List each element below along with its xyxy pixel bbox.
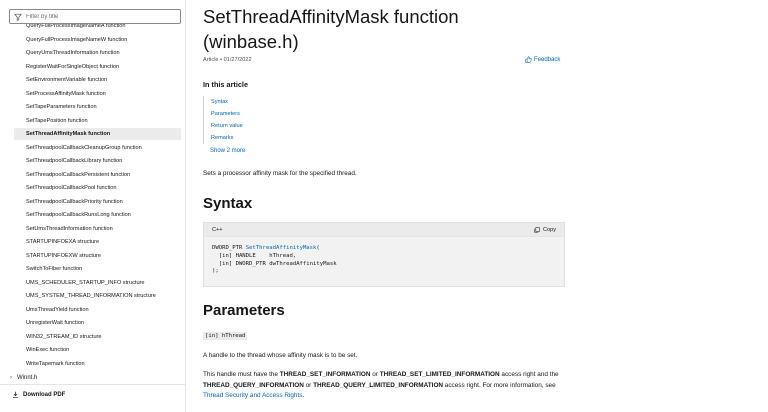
text-segment: or xyxy=(303,381,314,389)
text-segment: access right. For more information, see xyxy=(443,381,556,389)
copy-label: Copy xyxy=(542,226,556,233)
toc-item[interactable]: STARTUPINFOEXA structure xyxy=(14,236,181,248)
copy-icon xyxy=(534,226,540,233)
code-line-1-suffix: ( xyxy=(316,245,320,251)
text-segment: . xyxy=(302,392,305,399)
page-title: SetThreadAffinityMask function (winbase.… xyxy=(203,4,565,54)
code-line-1-prefix: DWORD_PTR xyxy=(212,245,246,251)
toc-item[interactable]: SetUmsThreadInformation function xyxy=(14,223,181,235)
feedback-label: Feedback xyxy=(534,56,561,63)
code-header: C++ Copy xyxy=(204,223,564,237)
toc-item[interactable]: SetThreadpoolCallbackLibrary function xyxy=(14,155,181,167)
download-pdf-button[interactable]: Download PDF xyxy=(12,391,65,398)
param-access-rights-text: This handle must have the THREAD_SET_INF… xyxy=(203,370,565,402)
filter-icon xyxy=(14,13,22,21)
toc-list[interactable]: QueryFullProcessImageNameA function Quer… xyxy=(0,20,185,372)
toc-item[interactable]: QueryFullProcessImageNameW function xyxy=(14,34,181,46)
toc-item[interactable]: UMS_SCHEDULER_STARTUP_INFO structure xyxy=(14,277,181,289)
text-segment: or xyxy=(370,371,380,378)
toc-item[interactable]: SetThreadpoolCallbackCleanupGroup functi… xyxy=(14,142,181,154)
winnt-label: Winnt.h xyxy=(17,375,38,381)
syntax-heading: Syntax xyxy=(203,195,253,212)
in-this-article-links: Syntax Parameters Return value Remarks xyxy=(203,96,565,144)
param-description: A handle to the thread whose affinity ma… xyxy=(203,352,358,359)
thread-security-link[interactable]: Thread Security and Access Rights xyxy=(203,392,302,399)
code-block: C++ Copy DWORD_PTR SetThreadAffinityMask… xyxy=(203,222,565,287)
parameters-heading: Parameters xyxy=(203,302,285,319)
function-description: Sets a processor affinity mask for the s… xyxy=(203,170,357,177)
toc-item[interactable]: SetThreadpoolCallbackRunsLong function xyxy=(14,209,181,221)
article-main: SetThreadAffinityMask function (winbase.… xyxy=(203,0,565,399)
toc-item[interactable]: QueryUmsThreadInformation function xyxy=(14,47,181,59)
text-bold: THREAD_QUERY_INFORMATION xyxy=(203,381,304,389)
like-icon xyxy=(525,56,532,63)
toc-item[interactable]: UnregisterWait function xyxy=(14,317,181,329)
toc-item[interactable]: UmsThreadYield function xyxy=(14,304,181,316)
text-segment: This handle must have the xyxy=(203,371,280,378)
toc-item-winnt[interactable]: › Winnt.h xyxy=(10,375,37,381)
title-line-2: (winbase.h) xyxy=(203,31,299,52)
toc-item[interactable]: SetProcessAffinityMask function xyxy=(14,88,181,100)
download-pdf-label: Download PDF xyxy=(23,391,66,398)
code-line-4: ); xyxy=(212,268,219,275)
code-line-2: [in] HANDLE hThread, xyxy=(212,252,297,259)
filter-input[interactable] xyxy=(26,13,176,20)
text-bold: THREAD_SET_LIMITED_INFORMATION xyxy=(379,371,500,378)
link-parameters[interactable]: Parameters xyxy=(211,108,565,120)
copy-button[interactable]: Copy xyxy=(534,227,556,233)
link-syntax[interactable]: Syntax xyxy=(211,96,565,108)
toc-item[interactable]: SetThreadpoolCallbackPriority function xyxy=(14,196,181,208)
text-segment: access right and the xyxy=(499,371,559,378)
toc-item[interactable]: UMS_SYSTEM_THREAD_INFORMATION structure xyxy=(14,290,181,302)
chevron-right-icon: › xyxy=(10,375,12,381)
toc-item[interactable]: SetTapeParameters function xyxy=(14,101,181,113)
sidebar-footer: Download PDF xyxy=(0,384,185,412)
toc-item[interactable]: WinExec function xyxy=(14,344,181,356)
toc-item[interactable]: RegisterWaitForSingleObject function xyxy=(14,61,181,73)
code-function-link[interactable]: SetThreadAffinityMask xyxy=(246,245,317,251)
text-bold: THREAD_SET_INFORMATION xyxy=(279,371,371,378)
link-return-value[interactable]: Return value xyxy=(211,120,565,132)
toc-item[interactable]: STARTUPINFOEXW structure xyxy=(14,250,181,262)
sidebar-toc: QueryFullProcessImageNameA function Quer… xyxy=(0,0,186,412)
toc-item[interactable]: SetTapePosition function xyxy=(14,115,181,127)
code-content: DWORD_PTR SetThreadAffinityMask( [in] HA… xyxy=(204,237,564,284)
toc-item[interactable]: WriteTapemark function xyxy=(14,358,181,370)
title-line-1: SetThreadAffinityMask function xyxy=(203,6,459,27)
toc-item[interactable]: WIN32_STREAM_ID structure xyxy=(14,331,181,343)
article-meta: Article • 01/27/2022 xyxy=(203,57,252,63)
toc-item[interactable]: SetThreadpoolCallbackPool function xyxy=(14,182,181,194)
link-remarks[interactable]: Remarks xyxy=(211,132,565,144)
code-language: C++ xyxy=(212,226,223,233)
toc-item[interactable]: SetEnvironmentVariable function xyxy=(14,74,181,86)
code-line-3: [in] DWORD_PTR dwThreadAffinityMask xyxy=(212,260,337,267)
text-bold: THREAD_QUERY_LIMITED_INFORMATION xyxy=(313,381,444,389)
toc-item[interactable]: SetThreadpoolCallbackPersistent function xyxy=(14,169,181,181)
param-name: [in] hThread xyxy=(203,332,248,340)
toc-item-selected[interactable]: SetThreadAffinityMask function xyxy=(14,128,181,140)
feedback-button[interactable]: Feedback xyxy=(525,56,560,63)
toc-item[interactable]: SwitchToFiber function xyxy=(14,263,181,275)
show-more-button[interactable]: Show 2 more xyxy=(210,148,245,154)
in-this-article-heading: In this article xyxy=(203,80,249,89)
filter-box[interactable] xyxy=(9,9,181,24)
download-icon xyxy=(13,391,18,398)
